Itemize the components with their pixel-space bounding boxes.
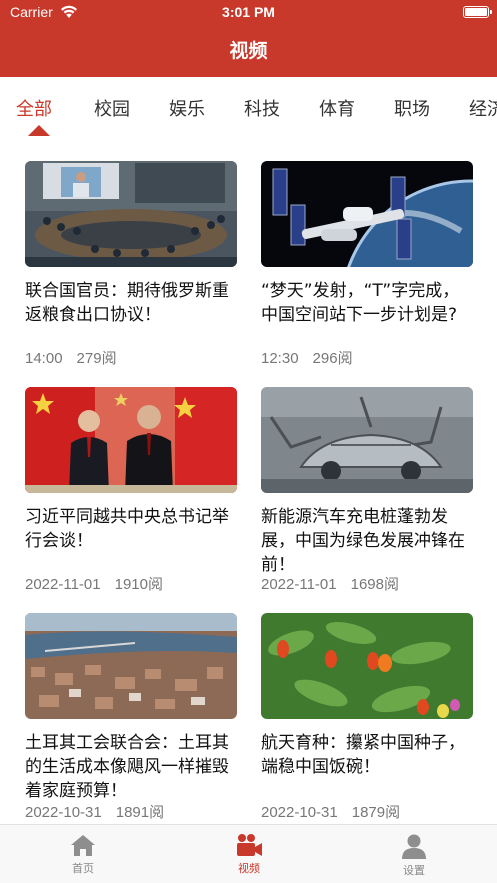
home-icon [71,835,95,856]
video-time: 2022-10-31 [25,804,102,821]
tabbar-item-home[interactable]: 首页 [43,833,123,876]
video-time: 2022-11-01 [25,576,101,593]
video-title[interactable]: 习近平同越共中央总书记举行会谈！ [25,505,237,577]
city-aerial-thumbnail [25,613,237,719]
video-title[interactable]: “梦天”发射，“T”字完成，中国空间站下一步计划是? [261,279,473,351]
video-title[interactable]: 土耳其工会联合会：土耳其的生活成本像飓风一样摧毁着家庭预算！ [25,731,237,803]
car-factory-thumbnail [261,387,473,493]
video-title[interactable]: 联合国官员：期待俄罗斯重返粮食出口协议！ [25,279,237,351]
view-count: 1910阅 [114,576,163,593]
space-station-thumbnail [261,161,473,267]
video-thumbnail[interactable] [25,161,237,267]
status-bar: Carrier 3:01 PM [0,0,497,24]
video-card[interactable]: 新能源汽车充电桩蓬勃发展，中国为绿色发展冲锋在前！ 2022-11-01 1698… [261,387,473,593]
battery-icon [463,6,492,18]
video-thumbnail[interactable] [261,161,473,267]
active-tab-indicator [28,125,50,136]
video-card[interactable]: 土耳其工会联合会：土耳其的生活成本像飓风一样摧毁着家庭预算！ 2022-10-3… [25,613,237,821]
video-card[interactable]: 联合国官员：期待俄罗斯重返粮食出口协议！ 14:00 279阅 [25,161,237,367]
video-time: 14:00 [25,350,63,367]
video-title[interactable]: 航天育种：攥紧中国种子，端稳中国饭碗！ [261,731,473,803]
leaders-flags-thumbnail [25,387,237,493]
tabbar-label: 视频 [238,862,260,875]
un-meeting-thumbnail [25,161,237,267]
tab-campus[interactable]: 校园 [94,95,130,121]
video-meta: 2022-11-01 1698阅 [261,573,399,594]
view-count: 279阅 [76,350,117,367]
pepper-plants-thumbnail [261,613,473,719]
tabbar-item-video[interactable]: 视频 [209,833,289,876]
tab-sports[interactable]: 体育 [319,95,355,121]
view-count: 1879阅 [351,804,401,821]
category-tabs: 全部 校园 娱乐 科技 体育 职场 经济 [0,77,497,137]
tab-tech[interactable]: 科技 [244,95,280,121]
video-time: 2022-11-01 [261,576,337,593]
tabbar-label: 首页 [72,862,94,875]
video-thumbnail[interactable] [261,387,473,493]
video-thumbnail[interactable] [25,387,237,493]
tabbar-item-settings[interactable]: 设置 [374,833,454,878]
video-card[interactable]: 习近平同越共中央总书记举行会谈！ 2022-11-01 1910阅 [25,387,237,593]
video-time: 2022-10-31 [261,804,338,821]
tab-entertainment[interactable]: 娱乐 [169,95,205,121]
top-bar: Carrier 3:01 PM 视频 [0,0,497,77]
video-camera-icon [237,834,262,856]
view-count: 1698阅 [350,576,399,593]
tab-economy[interactable]: 经济 [469,95,497,121]
video-meta: 14:00 279阅 [25,347,117,368]
video-meta: 2022-10-31 1879阅 [261,801,400,822]
bottom-tab-bar: 首页 视频 设置 [0,824,497,883]
tab-career[interactable]: 职场 [394,95,430,121]
video-thumbnail[interactable] [261,613,473,719]
video-title[interactable]: 新能源汽车充电桩蓬勃发展，中国为绿色发展冲锋在前！ [261,505,473,577]
video-meta: 2022-11-01 1910阅 [25,573,163,594]
video-time: 12:30 [261,350,299,367]
person-icon [402,834,426,859]
tab-all[interactable]: 全部 [16,95,52,121]
video-meta: 12:30 296阅 [261,347,353,368]
page-title: 视频 [229,40,268,62]
view-count: 296阅 [312,350,353,367]
tabbar-label: 设置 [403,864,425,877]
clock: 3:01 PM [222,4,275,20]
video-thumbnail[interactable] [25,613,237,719]
view-count: 1891阅 [115,804,165,821]
video-meta: 2022-10-31 1891阅 [25,801,164,822]
video-card[interactable]: 航天育种：攥紧中国种子，端稳中国饭碗！ 2022-10-31 1879阅 [261,613,473,821]
video-card[interactable]: “梦天”发射，“T”字完成，中国空间站下一步计划是? 12:30 296阅 [261,161,473,367]
